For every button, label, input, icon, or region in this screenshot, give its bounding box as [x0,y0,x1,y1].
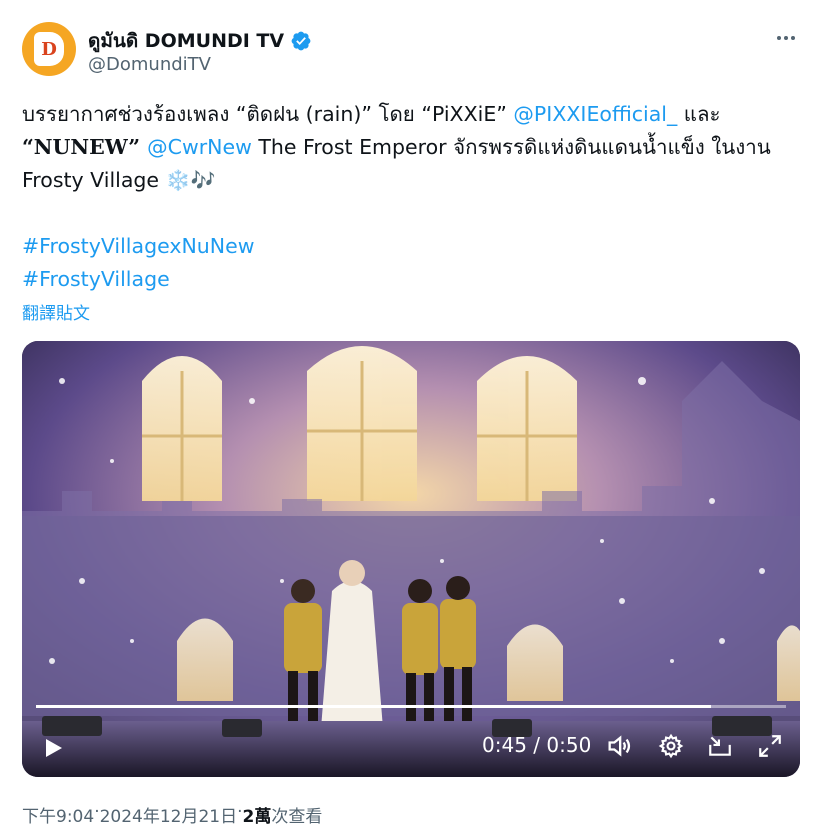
video-frame [22,341,800,777]
video-progress-fill [36,705,711,708]
settings-icon[interactable] [656,731,686,761]
hashtag-frostyvillagexnunew[interactable]: #FrostyVillagexNuNew [22,234,255,258]
pip-icon[interactable] [705,731,735,761]
fullscreen-icon[interactable] [755,731,785,761]
views-count: 2萬 [242,807,272,827]
tweet-meta: 下午9:04 · 2024年12月21日 · 2萬 次查看 [22,802,323,827]
mention-cwrnew[interactable]: @CwrNew [147,135,252,159]
volume-icon[interactable] [604,731,634,761]
video-controls: 0:45 / 0:50 [22,713,800,777]
mention-pixxie[interactable]: @PIXXIEofficial_ [513,102,677,126]
avatar[interactable]: D [22,22,76,76]
handle[interactable]: @DomundiTV [88,54,211,75]
current-time: 0:45 [482,733,527,757]
post-date[interactable]: 2024年12月21日 [100,802,238,827]
tweet-header: D ดูมันดิ DOMUNDI TV @DomundiTV [22,22,806,82]
duration: 0:50 [546,733,592,757]
verified-badge-icon [291,31,311,51]
tweet-line-1: บรรยากาศช่วงร้องเพลง “ติดฝน (rain)” โดย … [22,102,721,126]
snowflake-music-emoji: ❄️🎶 [165,168,216,192]
avatar-logo: D [34,32,64,66]
play-icon[interactable] [36,731,70,765]
nunew-bold-text: NUNEW [33,135,129,159]
tweet-line-3: Frosty Village ❄️🎶 [22,168,216,192]
video-progress-bar[interactable] [36,705,786,708]
views-label: 次查看 [271,807,323,827]
hashtag-frostyvillage[interactable]: #FrostyVillage [22,267,170,291]
more-icon[interactable] [772,26,800,50]
post-time[interactable]: 下午9:04 [22,802,94,827]
video-time: 0:45 / 0:50 [482,733,592,757]
name-row: ดูมันดิ DOMUNDI TV [88,26,312,56]
video-player[interactable]: 0:45 / 0:50 [22,341,800,777]
translate-post-link[interactable]: 翻譯貼文 [22,299,90,324]
display-name[interactable]: ดูมันดิ DOMUNDI TV [88,26,284,56]
tweet-line-2: “NUNEW” @CwrNew The Frost Emperor จักรพร… [22,135,771,159]
tweet-text: บรรยากาศช่วงร้องเพลง “ติดฝน (rain)” โดย … [22,98,802,296]
